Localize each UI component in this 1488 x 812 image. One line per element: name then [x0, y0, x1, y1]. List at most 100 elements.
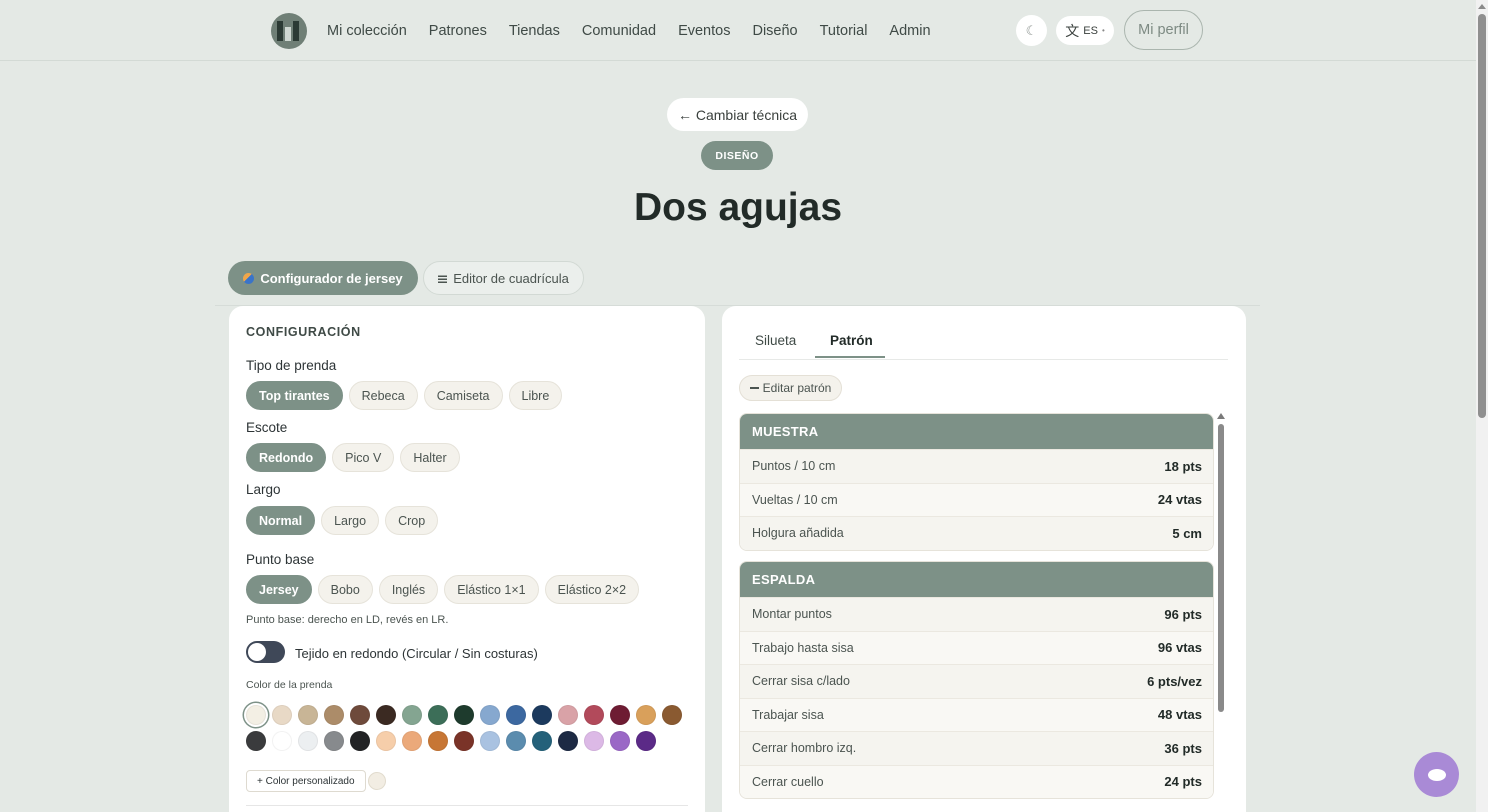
color-swatch[interactable] [610, 705, 630, 725]
color-swatch[interactable] [636, 705, 656, 725]
color-swatch[interactable] [532, 731, 552, 751]
color-swatch[interactable] [402, 705, 422, 725]
color-swatch[interactable] [298, 731, 318, 751]
color-swatch[interactable] [558, 705, 578, 725]
color-swatch[interactable] [298, 705, 318, 725]
stitch-label: Punto base [246, 552, 315, 567]
page-scrollbar[interactable] [1476, 0, 1488, 812]
color-swatch[interactable] [246, 731, 266, 751]
length-option-crop[interactable]: Crop [385, 506, 439, 535]
neck-option-redondo[interactable]: Redondo [246, 443, 327, 472]
color-swatch[interactable] [584, 731, 604, 751]
pattern-panel: Silueta Patrón Editar patrón MUESTRA Pun… [722, 306, 1246, 812]
circular-knitting-toggle[interactable] [246, 641, 285, 663]
color-swatch[interactable] [428, 705, 448, 725]
logo[interactable] [271, 13, 307, 49]
garment-option-top[interactable]: Top tirantes [246, 381, 343, 410]
color-swatch[interactable] [480, 731, 500, 751]
color-swatch[interactable] [506, 731, 526, 751]
color-swatch[interactable] [376, 705, 396, 725]
color-swatch[interactable] [350, 731, 370, 751]
chat-button[interactable] [1414, 752, 1459, 797]
edit-pattern-button[interactable]: Editar patrón [739, 375, 842, 401]
garment-option-rebeca[interactable]: Rebeca [348, 381, 418, 410]
change-technique-button[interactable]: ← Cambiar técnica [667, 98, 808, 131]
color-swatch[interactable] [324, 731, 344, 751]
garment-option-camiseta[interactable]: Camiseta [423, 381, 503, 410]
pencil-icon [749, 387, 759, 389]
custom-color-button[interactable]: + Color personalizado [246, 770, 366, 792]
neck-option-pico-v[interactable]: Pico V [332, 443, 395, 472]
color-swatch[interactable] [610, 731, 630, 751]
color-swatch[interactable] [402, 731, 422, 751]
color-swatch[interactable] [324, 705, 344, 725]
globe-icon [243, 272, 255, 284]
color-swatch[interactable] [636, 731, 656, 751]
row-value: 96 vtas [1157, 640, 1202, 656]
nav-link-admin[interactable]: Admin [878, 23, 941, 39]
color-swatch[interactable] [428, 731, 448, 751]
color-swatch[interactable] [584, 705, 604, 725]
length-option-normal[interactable]: Normal [246, 506, 316, 535]
nav-link-comunidad[interactable]: Comunidad [571, 23, 667, 39]
divider [246, 805, 688, 806]
neck-option-halter[interactable]: Halter [400, 443, 460, 472]
scroll-up-icon[interactable] [1478, 4, 1486, 9]
nav-link-tiendas[interactable]: Tiendas [498, 23, 571, 39]
language-icon: 文 [1065, 22, 1080, 39]
nav-link-eventos[interactable]: Eventos [667, 23, 741, 39]
profile-button[interactable]: Mi perfil [1124, 10, 1203, 50]
config-title: CONFIGURACIÓN [246, 325, 361, 339]
color-swatch[interactable] [246, 705, 266, 725]
row-label: Cerrar hombro izq. [752, 741, 857, 756]
color-swatch[interactable] [272, 705, 292, 725]
language-selector[interactable]: 文 ES • [1056, 16, 1114, 45]
stitch-hint: Punto base: derecho en LD, revés en LR. [246, 614, 449, 626]
theme-toggle-button[interactable]: ☾ [1016, 15, 1047, 46]
pattern-scrollbar[interactable] [1217, 413, 1225, 718]
color-swatch[interactable] [480, 705, 500, 725]
table-row: Cerrar cuello 24 pts [740, 764, 1213, 798]
color-swatch[interactable] [506, 705, 526, 725]
stitch-option-elastico-1x1[interactable]: Elástico 1×1 [444, 575, 539, 604]
nav-link-tutorial[interactable]: Tutorial [809, 23, 879, 39]
stitch-options: Jersey Bobo Inglés Elástico 1×1 Elástico… [246, 575, 640, 604]
color-swatch[interactable] [272, 731, 292, 751]
color-swatch[interactable] [558, 731, 578, 751]
tab-silhouette[interactable]: Silueta [755, 333, 796, 348]
row-value: 36 pts [1164, 740, 1202, 756]
custom-color-preview [368, 772, 386, 790]
language-code: ES [1083, 24, 1098, 37]
stitch-option-elastico-2x2[interactable]: Elástico 2×2 [544, 575, 640, 604]
nav-link-coleccion[interactable]: Mi colección [316, 23, 418, 39]
color-swatch[interactable] [662, 705, 682, 725]
stitch-option-ingles[interactable]: Inglés [378, 575, 439, 604]
nav-link-diseno[interactable]: Diseño [741, 23, 808, 39]
color-swatch[interactable] [376, 731, 396, 751]
color-swatch[interactable] [454, 731, 474, 751]
color-swatch[interactable] [454, 705, 474, 725]
table-row: Trabajar sisa 48 vtas [740, 697, 1213, 731]
tab-pattern[interactable]: Patrón [830, 333, 873, 348]
color-swatch[interactable] [350, 705, 370, 725]
table-row: Cerrar sisa c/lado 6 pts/vez [740, 664, 1213, 698]
table-row: Puntos / 10 cm 18 pts [740, 449, 1213, 483]
row-value: 5 cm [1172, 525, 1202, 541]
length-option-largo[interactable]: Largo [321, 506, 380, 535]
section-header: ESPALDA [740, 562, 1213, 597]
edit-pattern-label: Editar patrón [762, 381, 832, 395]
row-value: 24 vtas [1157, 492, 1202, 508]
stitch-option-bobo[interactable]: Bobo [317, 575, 373, 604]
chevron-down-icon: • [1101, 26, 1105, 35]
tab-jersey-configurator[interactable]: Configurador de jersey [228, 261, 418, 295]
color-swatch[interactable] [532, 705, 552, 725]
scroll-thumb[interactable] [1218, 424, 1224, 712]
stitch-option-jersey[interactable]: Jersey [246, 575, 312, 604]
page-scroll-thumb[interactable] [1478, 14, 1486, 418]
garment-option-libre[interactable]: Libre [508, 381, 563, 410]
scroll-up-icon[interactable] [1217, 413, 1225, 419]
tab-grid-editor[interactable]: Editor de cuadrícula [423, 261, 584, 295]
section-header: MUESTRA [740, 414, 1213, 449]
row-label: Cerrar sisa c/lado [752, 674, 850, 689]
nav-link-patrones[interactable]: Patrones [418, 23, 498, 39]
